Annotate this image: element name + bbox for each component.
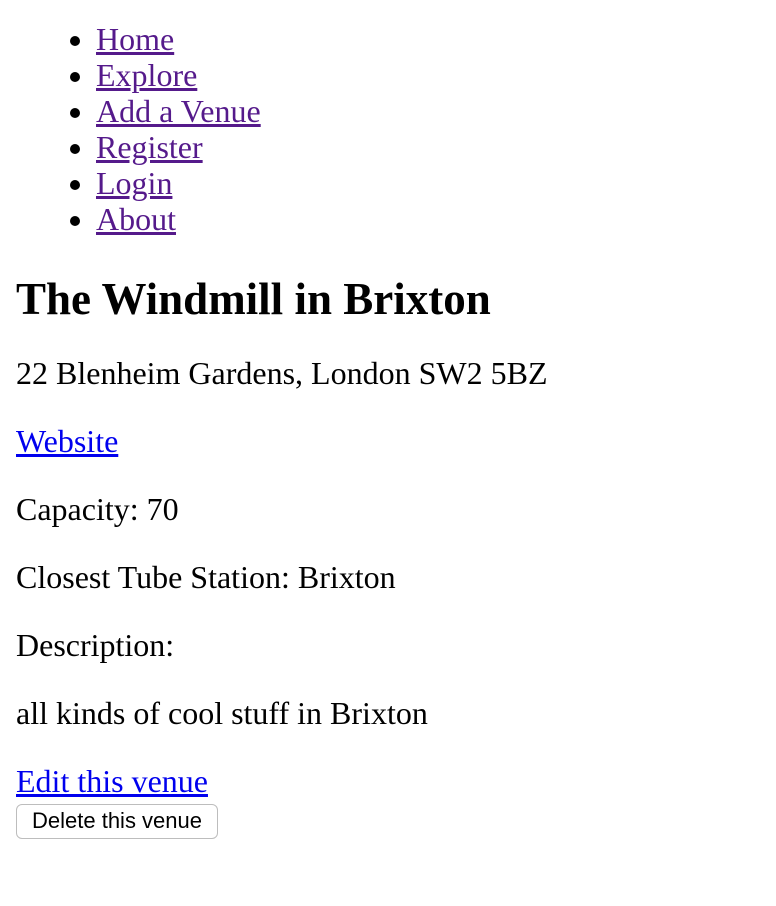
edit-venue-link[interactable]: Edit this venue — [16, 763, 208, 799]
nav-link-register[interactable]: Register — [96, 129, 203, 165]
nav-item-home: Home — [96, 21, 760, 57]
nav-list: Home Explore Add a Venue Register Login … — [16, 0, 760, 237]
delete-venue-button[interactable]: Delete this venue — [16, 804, 218, 839]
edit-row: Edit this venue — [16, 763, 760, 799]
venue-address: 22 Blenheim Gardens, London SW2 5BZ — [16, 355, 548, 391]
nav-item-login: Login — [96, 165, 760, 201]
page: Home Explore Add a Venue Register Login … — [0, 0, 776, 839]
venue-description: all kinds of cool stuff in Brixton — [16, 695, 428, 731]
venue-tube-station: Closest Tube Station: Brixton — [16, 559, 396, 595]
venue-website-link[interactable]: Website — [16, 423, 118, 459]
nav-item-register: Register — [96, 129, 760, 165]
nav-link-add-venue[interactable]: Add a Venue — [96, 93, 261, 129]
nav-item-add-venue: Add a Venue — [96, 93, 760, 129]
nav-link-about[interactable]: About — [96, 201, 176, 237]
venue-website-row: Website — [16, 423, 760, 459]
venue-description-label: Description: — [16, 627, 175, 663]
venue-capacity: Capacity: 70 — [16, 491, 179, 527]
nav-link-login[interactable]: Login — [96, 165, 172, 201]
nav-link-home[interactable]: Home — [96, 21, 174, 57]
venue-title: The Windmill in Brixton — [16, 274, 491, 324]
nav-link-explore[interactable]: Explore — [96, 57, 197, 93]
nav-item-explore: Explore — [96, 57, 760, 93]
nav-item-about: About — [96, 201, 760, 237]
